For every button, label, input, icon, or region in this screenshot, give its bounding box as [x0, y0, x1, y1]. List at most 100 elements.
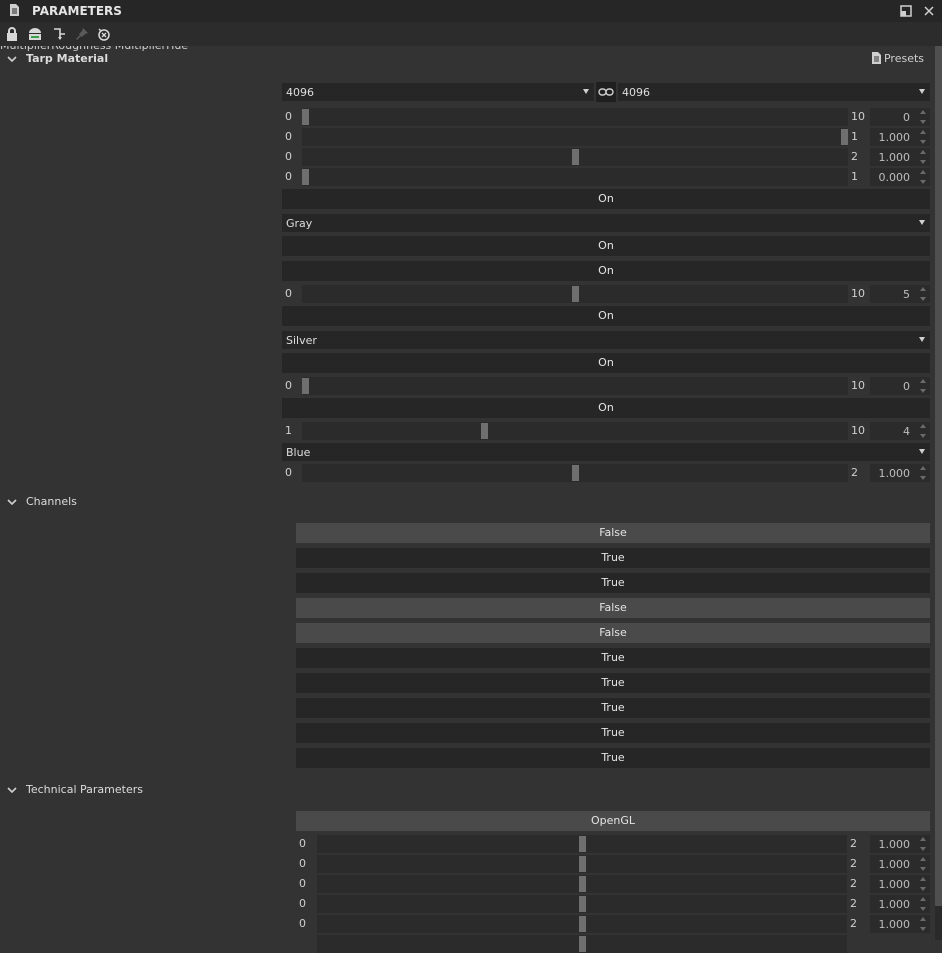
chevron-down-icon[interactable] — [919, 220, 925, 225]
slider-track[interactable] — [317, 875, 847, 893]
slider-track[interactable] — [317, 835, 847, 853]
toggle-button[interactable]: On — [282, 306, 930, 326]
spin-down-icon[interactable] — [920, 160, 926, 164]
toggle-button[interactable]: On — [282, 398, 930, 418]
toggle-button[interactable]: True — [296, 723, 930, 743]
slider-track[interactable] — [317, 935, 847, 953]
spin-up-icon[interactable] — [920, 170, 926, 174]
toggle-button[interactable]: On — [282, 261, 930, 281]
spin-up-icon[interactable] — [920, 917, 926, 921]
value-spinbox[interactable]: 1.000 — [870, 464, 930, 482]
toggle-button[interactable]: True — [296, 673, 930, 693]
value-spinbox[interactable]: 5 — [870, 285, 930, 303]
chevron-down-icon[interactable] — [6, 784, 18, 796]
slider-handle[interactable] — [572, 465, 579, 481]
value-spinbox[interactable]: 1.000 — [870, 128, 930, 146]
slider-track[interactable] — [302, 377, 848, 395]
spin-down-icon[interactable] — [920, 887, 926, 891]
slider-handle[interactable] — [302, 169, 309, 185]
value-spinbox[interactable]: 1.000 — [870, 148, 930, 166]
float-window-icon[interactable] — [899, 4, 913, 18]
toggle-button[interactable]: On — [282, 189, 930, 209]
spin-up-icon[interactable] — [920, 857, 926, 861]
toggle-button[interactable]: True — [296, 648, 930, 668]
dropdown-select[interactable]: Blue — [282, 443, 930, 461]
slider-track[interactable] — [302, 148, 848, 166]
value-spinbox[interactable]: 1.000 — [870, 915, 930, 933]
value-spinbox[interactable]: 1.000 — [870, 875, 930, 893]
reset-icon[interactable] — [96, 26, 112, 42]
spin-down-icon[interactable] — [920, 120, 926, 124]
slider-track[interactable] — [302, 128, 848, 146]
spin-down-icon[interactable] — [920, 927, 926, 931]
spin-down-icon[interactable] — [920, 180, 926, 184]
output-width-select[interactable]: 4096 — [282, 83, 594, 101]
chevron-down-icon[interactable] — [919, 449, 925, 454]
toggle-button[interactable]: False — [296, 623, 930, 643]
pin-icon[interactable] — [74, 26, 90, 42]
chevron-down-icon[interactable] — [6, 53, 18, 65]
spin-up-icon[interactable] — [920, 287, 926, 291]
value-spinbox[interactable]: 1.000 — [870, 855, 930, 873]
value-spinbox[interactable]: 4 — [870, 422, 930, 440]
section-technical-parameters[interactable]: Technical Parameters — [0, 778, 942, 802]
spin-up-icon[interactable] — [920, 897, 926, 901]
section-channels[interactable]: Channels — [0, 490, 942, 514]
slider-track[interactable] — [302, 464, 848, 482]
spin-up-icon[interactable] — [920, 466, 926, 470]
slider-track[interactable] — [302, 168, 848, 186]
spin-down-icon[interactable] — [920, 867, 926, 871]
slider-handle[interactable] — [579, 876, 586, 892]
toggle-button[interactable]: True — [296, 748, 930, 768]
spin-down-icon[interactable] — [920, 434, 926, 438]
dropdown-select[interactable]: Silver — [282, 331, 930, 349]
toggle-button[interactable]: On — [282, 236, 930, 256]
close-icon[interactable] — [922, 4, 936, 18]
spin-up-icon[interactable] — [920, 379, 926, 383]
value-spinbox[interactable]: 1.000 — [870, 895, 930, 913]
chevron-down-icon[interactable] — [919, 337, 925, 342]
slider-track[interactable] — [302, 285, 848, 303]
spin-down-icon[interactable] — [920, 389, 926, 393]
toggle-button[interactable]: OpenGL — [296, 811, 930, 831]
value-spinbox[interactable]: 1.000 — [870, 835, 930, 853]
slider-handle[interactable] — [302, 378, 309, 394]
spin-up-icon[interactable] — [920, 130, 926, 134]
slider-handle[interactable] — [579, 836, 586, 852]
spin-down-icon[interactable] — [920, 140, 926, 144]
output-height-select[interactable]: 4096 — [618, 83, 930, 101]
slider-handle[interactable] — [579, 936, 586, 952]
value-spinbox[interactable]: 0 — [870, 377, 930, 395]
value-spinbox[interactable]: 0.000 — [870, 168, 930, 186]
spin-up-icon[interactable] — [920, 837, 926, 841]
spin-up-icon[interactable] — [920, 424, 926, 428]
spin-up-icon[interactable] — [920, 110, 926, 114]
slider-track[interactable] — [317, 855, 847, 873]
branch-icon[interactable] — [51, 26, 67, 42]
spin-down-icon[interactable] — [920, 847, 926, 851]
link-icon[interactable] — [596, 82, 616, 102]
slider-track[interactable] — [302, 422, 848, 440]
spin-down-icon[interactable] — [920, 907, 926, 911]
slider-track[interactable] — [317, 895, 847, 913]
slider-handle[interactable] — [572, 149, 579, 165]
toggle-button[interactable]: True — [296, 698, 930, 718]
toggle-button[interactable]: False — [296, 598, 930, 618]
toggle-button[interactable]: False — [296, 523, 930, 543]
slider-handle[interactable] — [302, 109, 309, 125]
slider-handle[interactable] — [572, 286, 579, 302]
spin-up-icon[interactable] — [920, 877, 926, 881]
library-icon[interactable] — [27, 26, 43, 42]
scrollbar[interactable] — [935, 46, 942, 940]
value-spinbox[interactable]: 0 — [870, 108, 930, 126]
chevron-down-icon[interactable] — [919, 89, 925, 94]
chevron-down-icon[interactable] — [6, 496, 18, 508]
slider-track[interactable] — [317, 915, 847, 933]
slider-handle[interactable] — [579, 916, 586, 932]
spin-down-icon[interactable] — [920, 476, 926, 480]
dropdown-select[interactable]: Gray — [282, 214, 930, 232]
presets-button[interactable]: Presets — [871, 52, 924, 65]
slider-handle[interactable] — [481, 423, 488, 439]
section-tarp-material[interactable]: Tarp Material Presets — [0, 47, 942, 71]
toggle-button[interactable]: True — [296, 573, 930, 593]
